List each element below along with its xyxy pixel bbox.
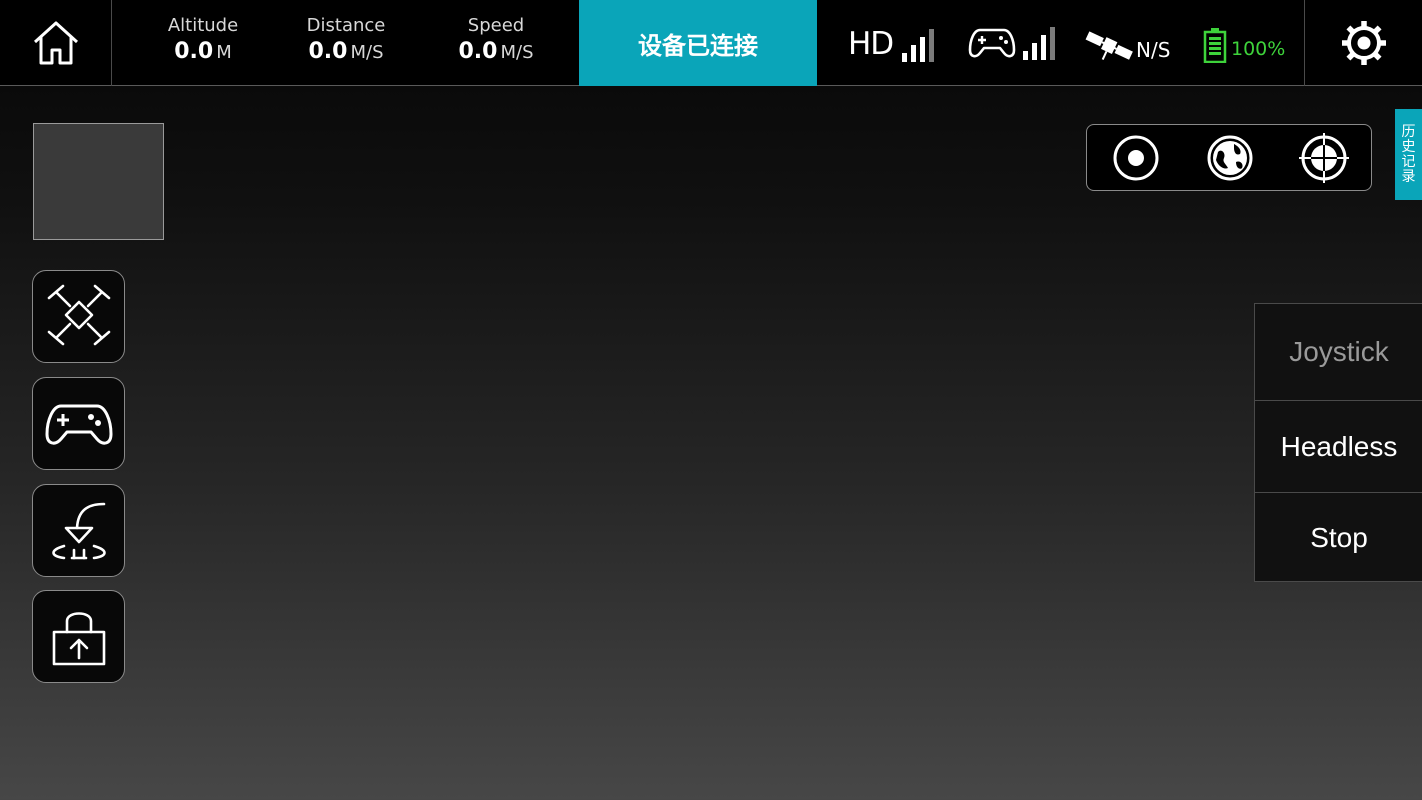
history-tab-label: 历史记录 xyxy=(1401,123,1416,185)
history-tab[interactable]: 历史记录 xyxy=(1395,109,1422,200)
gps-indicator: N/S xyxy=(1083,24,1170,64)
home-icon xyxy=(33,21,78,65)
takeoff-landing-button[interactable] xyxy=(32,484,125,577)
video-signal-indicator: HD xyxy=(848,26,935,62)
satellite-icon xyxy=(1085,31,1133,61)
home-button[interactable] xyxy=(0,0,112,86)
speed-unit: M/S xyxy=(500,42,534,63)
video-signal-bars xyxy=(902,29,935,62)
controller-signal-indicator xyxy=(968,24,1055,60)
takeoff-landing-icon xyxy=(51,502,106,559)
record-dot-icon xyxy=(1113,135,1159,181)
control-panel: Joystick Headless Stop xyxy=(1254,303,1422,582)
gear-icon xyxy=(1341,21,1386,65)
top-status-bar: Altitude 0.0 M Distance 0.0 M/S Speed 0.0 M… xyxy=(0,0,1422,86)
flight-mode-panel xyxy=(1086,124,1372,191)
stop-button[interactable]: Stop xyxy=(1255,493,1422,582)
altitude-value: 0.0 xyxy=(174,39,214,64)
speed-value: 0.0 xyxy=(458,39,498,64)
globe-mode-button[interactable] xyxy=(1206,134,1254,182)
record-button[interactable] xyxy=(1112,134,1160,182)
crosshair-icon xyxy=(1299,133,1349,183)
distance-label: Distance xyxy=(306,15,386,36)
joystick-button[interactable]: Joystick xyxy=(1255,304,1422,401)
drone-icon xyxy=(47,284,110,345)
gamepad-icon xyxy=(968,28,1016,58)
altitude-unit: M xyxy=(216,42,232,63)
unlock-upload-icon xyxy=(52,611,105,665)
unlock-button[interactable] xyxy=(32,590,125,683)
gamepad-icon xyxy=(45,404,112,445)
altitude-label: Altitude xyxy=(167,15,239,36)
distance-value: 0.0 xyxy=(308,39,348,64)
altitude-readout: Altitude 0.0 M xyxy=(142,14,264,67)
globe-icon xyxy=(1207,135,1253,181)
gps-status: N/S xyxy=(1136,38,1171,62)
drone-mode-button[interactable] xyxy=(32,270,125,363)
controller-mode-button[interactable] xyxy=(32,377,125,470)
settings-button[interactable] xyxy=(1304,0,1422,86)
target-mode-button[interactable] xyxy=(1299,133,1349,183)
hd-label: HD xyxy=(848,26,894,62)
distance-readout: Distance 0.0 M/S xyxy=(285,14,407,67)
controller-signal-bars xyxy=(1023,27,1055,60)
distance-unit: M/S xyxy=(350,42,384,63)
headless-button[interactable]: Headless xyxy=(1255,401,1422,493)
battery-level: 100% xyxy=(1231,38,1286,60)
battery-icon xyxy=(1203,28,1227,63)
map-thumbnail[interactable] xyxy=(33,123,164,240)
speed-label: Speed xyxy=(467,15,525,36)
speed-readout: Speed 0.0 M/S xyxy=(436,14,556,67)
connection-status: 设备已连接 xyxy=(579,0,817,86)
battery-indicator: 100% xyxy=(1203,23,1285,63)
